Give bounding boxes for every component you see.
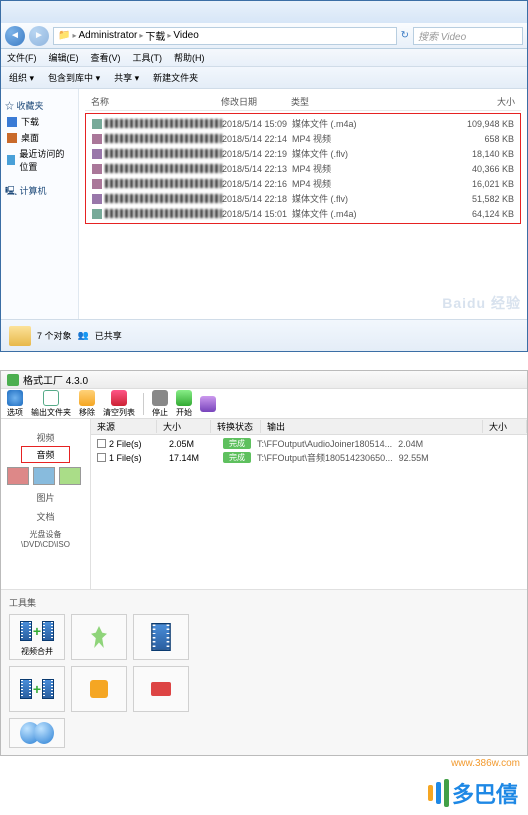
ff-toolbar: 选项 输出文件夹 移除 清空列表 停止 开始 — [1, 389, 527, 419]
formatfactory-window: 格式工厂 4.3.0 选项 输出文件夹 移除 清空列表 停止 开始 视频 音频 … — [0, 370, 528, 756]
task-row[interactable]: 2 File(s)2.05M 完成 T:\FFOutput\AudioJoine… — [97, 437, 521, 450]
cat-rom[interactable]: 光盘设备\DVD\CD\ISO — [7, 529, 84, 549]
tb-start[interactable]: 开始 — [176, 390, 192, 418]
fcol-out[interactable]: 输出 — [261, 420, 483, 433]
task-row[interactable]: 1 File(s)17.14M 完成 T:\FFOutput\音频1805142… — [97, 450, 521, 465]
col-date[interactable]: 修改日期 — [221, 95, 291, 108]
tb-output[interactable]: 输出文件夹 — [31, 390, 71, 418]
cat-doc[interactable]: 文档 — [7, 510, 84, 523]
tb-options[interactable]: 选项 — [7, 390, 23, 418]
brand-bar — [436, 782, 441, 804]
fcol-state[interactable]: 转换状态 — [211, 420, 261, 433]
sidebar-item-desktop[interactable]: 桌面 — [5, 130, 74, 145]
file-row[interactable]: 2018/5/14 15:09媒体文件 (.m4a)109,948 KB — [90, 116, 516, 131]
checkbox[interactable] — [97, 439, 106, 448]
statusbar: 7 个对象 👥 已共享 — [1, 319, 527, 351]
content: 名称 修改日期 类型 大小 2018/5/14 15:09媒体文件 (.m4a)… — [79, 89, 527, 319]
sidebar: ☆ 收藏夹 下载 桌面 最近访问的位置 🖳 计算机 — [1, 89, 79, 319]
ff-tools: 工具集 + 视频合并 + — [1, 589, 527, 755]
tb-share[interactable]: 共享 ▾ — [114, 71, 139, 84]
col-type[interactable]: 类型 — [291, 95, 361, 108]
back-button[interactable]: ◄ — [5, 26, 25, 46]
cat-image[interactable]: 图片 — [7, 491, 84, 504]
status-badge: 完成 — [223, 438, 251, 449]
fcol-osize[interactable]: 大小 — [483, 420, 527, 433]
explorer-window: ◄ ► 📁 ▸ Administrator ▸ 下载 ▸ Video ↻ 搜索 … — [0, 0, 528, 352]
menu-file[interactable]: 文件(F) — [7, 51, 37, 64]
thumb[interactable] — [59, 467, 81, 485]
folder-icon: 📁 — [58, 30, 70, 41]
brand-text: 多巴僖 — [452, 777, 518, 809]
thumb[interactable] — [33, 467, 55, 485]
sb-computer[interactable]: 🖳 计算机 — [5, 184, 74, 200]
ff-columns: 来源 大小 转换状态 输出 大小 — [91, 419, 527, 435]
tb-organize[interactable]: 组织 ▾ — [9, 71, 34, 84]
highlight-box: 2018/5/14 15:09媒体文件 (.m4a)109,948 KB 201… — [85, 113, 521, 224]
ff-body: 视频 音频 图片 文档 光盘设备\DVD\CD\ISO 来源 大小 转换状态 输… — [1, 419, 527, 589]
tb-include[interactable]: 包含到库中 ▾ — [48, 71, 100, 84]
folder-icon — [9, 326, 31, 346]
file-row[interactable]: 2018/5/14 22:19媒体文件 (.flv)18,140 KB — [90, 146, 516, 161]
tool-item[interactable] — [71, 666, 127, 712]
ff-main: 来源 大小 转换状态 输出 大小 2 File(s)2.05M 完成 T:\FF… — [91, 419, 527, 589]
file-row[interactable]: 2018/5/14 22:16MP4 视频16,021 KB — [90, 176, 516, 191]
bc-part[interactable]: Administrator — [78, 30, 137, 41]
menu-tools[interactable]: 工具(T) — [133, 51, 163, 64]
bc-part[interactable]: 下载 — [145, 28, 165, 43]
file-row[interactable]: 2018/5/14 22:18媒体文件 (.flv)51,582 KB — [90, 191, 516, 206]
tool-item[interactable] — [133, 666, 189, 712]
checkbox[interactable] — [97, 453, 106, 462]
tool-video-join[interactable]: + 视频合并 — [9, 614, 65, 660]
bc-part[interactable]: Video — [173, 30, 198, 41]
tb-extra[interactable] — [200, 396, 216, 412]
sb-favorites[interactable]: ☆ 收藏夹 — [5, 99, 74, 112]
fcol-size[interactable]: 大小 — [157, 420, 211, 433]
tb-clear[interactable]: 清空列表 — [103, 390, 135, 418]
menubar: 文件(F) 编辑(E) 查看(V) 工具(T) 帮助(H) — [1, 49, 527, 67]
watermark: Baidu 经验 — [442, 293, 521, 313]
file-row[interactable]: 2018/5/14 22:13MP4 视频40,366 KB — [90, 161, 516, 176]
status-count: 7 个对象 — [37, 329, 72, 342]
column-headers[interactable]: 名称 修改日期 类型 大小 — [85, 93, 521, 111]
explorer-body: ☆ 收藏夹 下载 桌面 最近访问的位置 🖳 计算机 名称 修改日期 类型 大小 … — [1, 89, 527, 319]
tool-item[interactable] — [9, 718, 65, 748]
menu-view[interactable]: 查看(V) — [91, 51, 121, 64]
search-input[interactable]: 搜索 Video — [413, 27, 523, 45]
cat-audio-selected[interactable]: 音频 — [21, 446, 69, 463]
tool-item[interactable] — [133, 614, 189, 660]
menu-edit[interactable]: 编辑(E) — [49, 51, 79, 64]
col-name[interactable]: 名称 — [91, 95, 221, 108]
toolbar: 组织 ▾ 包含到库中 ▾ 共享 ▾ 新建文件夹 — [1, 67, 527, 89]
navbar: ◄ ► 📁 ▸ Administrator ▸ 下载 ▸ Video ↻ 搜索 … — [1, 23, 527, 49]
thumb[interactable] — [7, 467, 29, 485]
cat-video[interactable]: 视频 — [7, 431, 84, 444]
fcol-src[interactable]: 来源 — [91, 420, 157, 433]
file-row[interactable]: 2018/5/14 15:01媒体文件 (.m4a)64,124 KB — [90, 206, 516, 221]
forward-button[interactable]: ► — [29, 26, 49, 46]
col-size[interactable]: 大小 — [361, 95, 515, 108]
brand-bar — [444, 779, 449, 807]
status-shared: 已共享 — [95, 329, 122, 342]
tb-newfolder[interactable]: 新建文件夹 — [153, 71, 198, 84]
refresh-icon[interactable]: ↻ — [401, 30, 409, 41]
breadcrumb[interactable]: 📁 ▸ Administrator ▸ 下载 ▸ Video — [53, 27, 397, 45]
app-icon — [7, 374, 19, 386]
ff-sidebar: 视频 音频 图片 文档 光盘设备\DVD\CD\ISO — [1, 419, 91, 589]
tool-item[interactable] — [71, 614, 127, 660]
tb-stop[interactable]: 停止 — [152, 390, 168, 418]
menu-help[interactable]: 帮助(H) — [174, 51, 205, 64]
url-watermark: www.386w.com — [0, 756, 528, 771]
tb-remove[interactable]: 移除 — [79, 390, 95, 418]
tools-header[interactable]: 工具集 — [5, 594, 523, 611]
sidebar-item-downloads[interactable]: 下载 — [5, 114, 74, 129]
brand-bar — [428, 785, 433, 801]
status-badge: 完成 — [223, 452, 251, 463]
brand-logo: 多巴僖 — [0, 771, 528, 815]
sidebar-item-recent[interactable]: 最近访问的位置 — [5, 146, 74, 174]
tool-item[interactable]: + — [9, 666, 65, 712]
titlebar — [1, 1, 527, 23]
file-row[interactable]: 2018/5/14 22:14MP4 视频658 KB — [90, 131, 516, 146]
app-title: 格式工厂 4.3.0 — [23, 372, 88, 387]
ff-titlebar: 格式工厂 4.3.0 — [1, 371, 527, 389]
